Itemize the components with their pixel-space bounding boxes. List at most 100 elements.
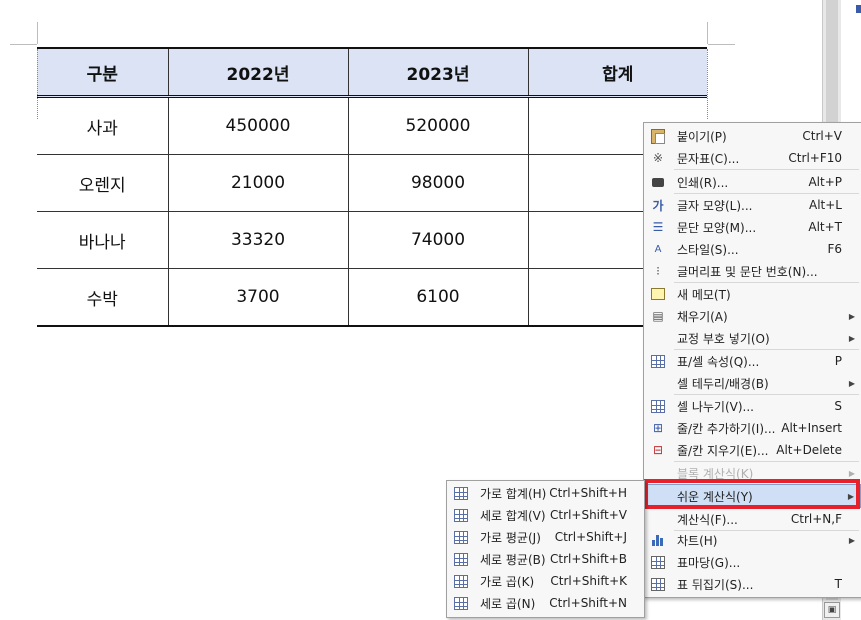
menu-item-label: 가로 합계(H) (480, 486, 547, 501)
col-product-icon (453, 595, 469, 611)
table-row: 오렌지 21000 98000 (37, 154, 707, 212)
menu-item-label: 문단 모양(M)... (677, 220, 757, 235)
menu-item-print[interactable]: 인쇄(R)... Alt+P (644, 171, 861, 193)
easy-formula-submenu: 가로 합계(H) Ctrl+Shift+H 세로 합계(V) Ctrl+Shif… (446, 480, 645, 618)
table-row: 바나나 33320 74000 (37, 211, 707, 269)
menu-separator (674, 169, 859, 170)
menu-item-label: 줄/칸 추가하기(I)... (677, 421, 776, 436)
table-props-icon (650, 353, 666, 369)
scroll-page-icon[interactable]: ▣ (824, 602, 840, 618)
chart-icon (650, 532, 666, 548)
submenu-item-row-product[interactable]: 가로 곱(K) Ctrl+Shift+K (447, 570, 644, 592)
table-cell[interactable]: 520000 (347, 96, 529, 155)
row-product-icon (453, 573, 469, 589)
menu-item-chart[interactable]: 차트(H) ▶ (644, 529, 861, 551)
menu-item-shortcut: Ctrl+V (802, 129, 842, 143)
page-corner-guide (708, 44, 735, 45)
menu-item-label: 붙이기(P) (677, 129, 727, 144)
menu-item-label: 차트(H) (677, 533, 718, 548)
menu-item-table-props[interactable]: 표/셀 속성(Q)... P (644, 350, 861, 372)
menu-item-symbol[interactable]: ※ 문자표(C)... Ctrl+F10 (644, 147, 861, 169)
table-cell[interactable]: 74000 (347, 211, 529, 269)
split-cell-icon (650, 398, 666, 414)
table-flip-icon (650, 576, 666, 592)
table-cell[interactable]: 450000 (167, 96, 349, 155)
menu-item-table-template[interactable]: 표마당(G)... (644, 551, 861, 573)
submenu-arrow-icon: ▶ (848, 535, 855, 545)
menu-item-easy-formula[interactable]: 쉬운 계산식(Y) ▶ (644, 484, 861, 508)
menu-item-split-cell[interactable]: 셀 나누기(V)... S (644, 395, 861, 417)
table-cell[interactable]: 바나나 (37, 211, 169, 269)
menu-item-shortcut: Ctrl+F10 (788, 151, 842, 165)
menu-item-bullets[interactable]: ⁝ 글머리표 및 문단 번호(N)... (644, 260, 861, 282)
menu-item-cell-border[interactable]: 셀 테두리/배경(B) ▶ (644, 372, 861, 394)
table-cell[interactable]: 98000 (347, 154, 529, 212)
submenu-arrow-icon: ▶ (848, 333, 855, 343)
table-cell[interactable]: 21000 (167, 154, 349, 212)
menu-item-label: 새 메모(T) (677, 287, 731, 302)
table-boundary-marker (707, 49, 708, 119)
menu-item-shortcut: Alt+T (808, 220, 842, 234)
menu-item-label: 표 뒤집기(S)... (677, 577, 754, 592)
menu-item-delete-row[interactable]: ⊟ 줄/칸 지우기(E)... Alt+Delete (644, 439, 861, 461)
row-avg-icon (453, 529, 469, 545)
menu-item-shortcut: P (834, 354, 842, 368)
fill-icon: ▤ (652, 309, 664, 323)
table-template-icon (650, 554, 666, 570)
submenu-item-col-avg[interactable]: 세로 평균(B) Ctrl+Shift+B (447, 548, 644, 570)
menu-item-proofreading-mark[interactable]: 교정 부호 넣기(O) ▶ (644, 327, 861, 349)
row-sum-icon (453, 485, 469, 501)
submenu-item-col-sum[interactable]: 세로 합계(V) Ctrl+Shift+V (447, 504, 644, 526)
menu-item-label: 블록 계산식(K) (677, 466, 754, 481)
menu-item-paste[interactable]: 붙이기(P) Ctrl+V (644, 125, 861, 147)
table-boundary-marker (37, 49, 38, 119)
menu-item-label: 문자표(C)... (677, 151, 740, 166)
menu-item-formula[interactable]: 계산식(F)... Ctrl+N,F (644, 508, 861, 530)
menu-item-label: 세로 곱(N) (480, 596, 536, 611)
table-cell[interactable]: 사과 (37, 96, 169, 155)
table-cell[interactable]: 3700 (167, 268, 349, 327)
menu-item-shortcut: Alt+P (808, 175, 842, 189)
menu-item-insert-row[interactable]: ⊞ 줄/칸 추가하기(I)... Alt+Insert (644, 417, 861, 439)
header-cell[interactable]: 구분 (37, 47, 169, 98)
submenu-arrow-icon: ▶ (847, 491, 854, 501)
menu-item-label: 세로 합계(V) (480, 508, 546, 523)
menu-item-table-flip[interactable]: 표 뒤집기(S)... T (644, 573, 861, 595)
submenu-item-row-sum[interactable]: 가로 합계(H) Ctrl+Shift+H (447, 482, 644, 504)
menu-item-label: 채우기(A) (677, 309, 728, 324)
menu-item-shortcut: Ctrl+N,F (790, 512, 842, 526)
header-cell[interactable]: 합계 (527, 47, 707, 98)
table-cell[interactable]: 수박 (37, 268, 169, 327)
menu-item-label: 가로 평균(J) (480, 530, 541, 545)
submenu-item-col-product[interactable]: 세로 곱(N) Ctrl+Shift+N (447, 592, 644, 614)
menu-item-shortcut: Alt+Insert (781, 421, 842, 435)
menu-item-label: 교정 부호 넣기(O) (677, 331, 770, 346)
col-avg-icon (453, 551, 469, 567)
menu-item-label: 표/셀 속성(Q)... (677, 354, 760, 369)
submenu-arrow-icon: ▶ (848, 468, 855, 478)
menu-item-fill[interactable]: ▤ 채우기(A) ▶ (644, 305, 861, 327)
table-cell[interactable]: 오렌지 (37, 154, 169, 212)
insert-row-icon: ⊞ (652, 421, 664, 435)
submenu-item-row-avg[interactable]: 가로 평균(J) Ctrl+Shift+J (447, 526, 644, 548)
menu-item-new-memo[interactable]: 새 메모(T) (644, 283, 861, 305)
menu-item-label: 표마당(G)... (677, 555, 741, 570)
table-cell[interactable]: 33320 (167, 211, 349, 269)
header-cell[interactable]: 2023년 (347, 47, 529, 98)
header-cell[interactable]: 2022년 (167, 47, 349, 98)
menu-item-label: 줄/칸 지우기(E)... (677, 443, 769, 458)
menu-item-shortcut: Alt+Delete (776, 443, 842, 457)
table-cell[interactable]: 6100 (347, 268, 529, 327)
menu-item-block-formula[interactable]: 블록 계산식(K) ▶ (644, 462, 861, 484)
menu-item-shortcut: F6 (827, 242, 842, 256)
data-table[interactable]: 구분 2022년 2023년 합계 사과 450000 520000 오렌지 2… (37, 47, 707, 327)
menu-item-shortcut: T (834, 577, 842, 591)
menu-item-shortcut: S (834, 399, 842, 413)
menu-item-label: 스타일(S)... (677, 242, 739, 257)
menu-item-shortcut: Ctrl+Shift+V (550, 508, 627, 522)
menu-item-paragraph-shape[interactable]: ☰ 문단 모양(M)... Alt+T (644, 216, 861, 238)
menu-item-font-shape[interactable]: 가 글자 모양(L)... Alt+L (644, 194, 861, 216)
submenu-arrow-icon: ▶ (848, 311, 855, 321)
menu-item-style[interactable]: A 스타일(S)... F6 (644, 238, 861, 260)
symbol-icon: ※ (652, 151, 664, 165)
